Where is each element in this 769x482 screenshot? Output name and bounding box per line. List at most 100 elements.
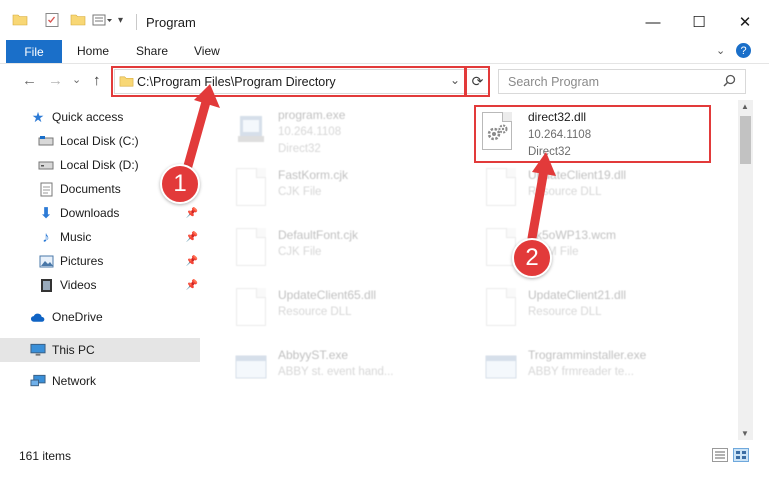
folder-icon[interactable] bbox=[12, 12, 28, 28]
close-button[interactable]: ✕ bbox=[722, 0, 768, 44]
up-arrow-icon[interactable]: ↑ bbox=[93, 72, 101, 89]
vertical-scrollbar[interactable]: ▲ ▼ bbox=[738, 100, 753, 440]
dll-highlight-box bbox=[474, 105, 711, 163]
file-item-sk5owp13-wcm[interactable]: Sk5oWP13.wcm WCM File bbox=[476, 222, 716, 274]
file-version: 10.264.1108 bbox=[278, 126, 342, 138]
scrollbar-thumb[interactable] bbox=[740, 116, 751, 164]
pin-icon[interactable]: 📌 bbox=[186, 280, 198, 291]
sidebar-item-this-pc[interactable]: This PC bbox=[0, 338, 200, 362]
sidebar-item-label: Music bbox=[60, 230, 92, 244]
tab-file[interactable]: File bbox=[6, 40, 62, 63]
sidebar-item-music[interactable]: ♪ Music 📌 bbox=[38, 226, 200, 248]
pin-icon[interactable]: 📌 bbox=[186, 256, 198, 267]
network-icon bbox=[30, 373, 46, 389]
search-icon[interactable] bbox=[723, 74, 736, 87]
file-meta: ABBY st. event hand... bbox=[278, 364, 394, 381]
exe-icon bbox=[235, 355, 267, 379]
video-icon bbox=[38, 277, 54, 293]
sidebar-item-label: Network bbox=[52, 374, 97, 388]
pin-icon[interactable]: 📌 bbox=[186, 208, 198, 219]
details-view-icon[interactable] bbox=[712, 448, 728, 462]
sidebar-item-label: Documents bbox=[60, 182, 121, 196]
drive-icon bbox=[38, 157, 54, 173]
step-badge-2: 2 bbox=[512, 238, 552, 278]
title-bar: ▾ Program — ☐ ✕ bbox=[0, 0, 769, 44]
ribbon-tabs: File Home Share View ⌄ ? bbox=[0, 40, 769, 64]
tiles-view-icon[interactable] bbox=[733, 448, 749, 462]
scroll-down-icon[interactable]: ▼ bbox=[741, 429, 749, 438]
picture-icon bbox=[38, 253, 54, 269]
maximize-button[interactable]: ☐ bbox=[676, 0, 722, 44]
dll-gear-icon bbox=[234, 288, 268, 328]
file-item-updateclient19-dll[interactable]: UpdateClient19.dll Resource DLL bbox=[476, 162, 716, 214]
new-folder-icon[interactable] bbox=[70, 12, 86, 28]
forward-arrow-icon[interactable]: → bbox=[48, 72, 63, 89]
blank-file-icon bbox=[234, 228, 268, 268]
sidebar-item-network[interactable]: Network bbox=[30, 370, 200, 392]
tab-share[interactable]: Share bbox=[136, 44, 168, 58]
file-type: Resource DLL bbox=[278, 306, 352, 318]
file-item-updateclient21-dll[interactable]: UpdateClient21.dll Resource DLL bbox=[476, 282, 716, 334]
file-meta: CJK File bbox=[278, 184, 321, 201]
expand-ribbon-icon[interactable]: ⌄ bbox=[716, 44, 725, 57]
file-name: UpdateClient21.dll bbox=[528, 288, 627, 302]
help-icon[interactable]: ? bbox=[736, 43, 751, 58]
file-meta: CJK File bbox=[278, 244, 321, 261]
qa-dropdown-icon[interactable]: ▾ bbox=[118, 15, 123, 26]
file-description: ABBY frmreader te... bbox=[528, 366, 634, 378]
title-separator bbox=[136, 14, 137, 30]
sidebar-item-label: Downloads bbox=[60, 206, 120, 220]
sidebar-item-pictures[interactable]: Pictures 📌 bbox=[38, 250, 200, 272]
recent-locations-icon[interactable]: ⌄ bbox=[72, 73, 81, 86]
sidebar-item-label: This PC bbox=[52, 343, 95, 357]
file-item-trogramminstaller-exe[interactable]: Trogramminstaller.exe ABBY frmreader te.… bbox=[476, 342, 716, 394]
sidebar-item-videos[interactable]: Videos 📌 bbox=[38, 274, 200, 296]
sidebar-item-label: Local Disk (D:) bbox=[60, 158, 139, 172]
file-description: Direct32 bbox=[278, 143, 321, 155]
download-icon: ⬇ bbox=[39, 205, 53, 222]
file-type: Resource DLL bbox=[528, 306, 602, 318]
file-meta: 10.264.1108 Direct32 bbox=[278, 124, 341, 158]
file-name: AbbyyST.exe bbox=[278, 348, 349, 362]
file-type: CJK File bbox=[278, 246, 322, 258]
pin-icon[interactable]: 📌 bbox=[186, 232, 198, 243]
document-icon bbox=[38, 181, 54, 197]
sidebar-item-onedrive[interactable]: OneDrive bbox=[30, 306, 200, 328]
sidebar-item-label: Videos bbox=[60, 278, 97, 292]
file-item-defaultfont-cjk[interactable]: DefaultFont.cjk CJK File bbox=[226, 222, 466, 274]
back-arrow-icon[interactable]: ← bbox=[22, 72, 37, 89]
file-name: DefaultFont.cjk bbox=[278, 228, 359, 242]
tab-home[interactable]: Home bbox=[77, 44, 109, 58]
address-highlight-box bbox=[111, 66, 467, 97]
tab-view[interactable]: View bbox=[194, 44, 220, 58]
sidebar-item-label: Quick access bbox=[52, 110, 124, 124]
file-item-program-exe[interactable]: program.exe 10.264.1108 Direct32 bbox=[226, 102, 466, 155]
search-placeholder: Search Program bbox=[508, 75, 600, 89]
customize-icon[interactable] bbox=[92, 12, 114, 28]
dll-gear-icon bbox=[484, 168, 518, 208]
file-item-fastkorm-cjk[interactable]: FastKorm.cjk CJK File bbox=[226, 162, 466, 214]
file-meta: Resource DLL bbox=[278, 304, 352, 321]
file-name: Trogramminstaller.exe bbox=[528, 348, 647, 362]
file-item-abbyyst-exe[interactable]: AbbyyST.exe ABBY st. event hand... bbox=[226, 342, 466, 394]
file-description: ABBY st. event hand... bbox=[278, 366, 394, 378]
window-bottom-edge bbox=[0, 468, 769, 482]
quick-access-toolbar: ▾ bbox=[12, 12, 123, 28]
file-meta: Resource DLL bbox=[528, 304, 602, 321]
sidebar-item-label: Pictures bbox=[60, 254, 104, 268]
music-icon: ♪ bbox=[42, 228, 50, 246]
sidebar-item-downloads[interactable]: ⬇ Downloads 📌 bbox=[38, 202, 200, 224]
refresh-highlight-box bbox=[464, 66, 490, 97]
drive-icon bbox=[38, 133, 54, 149]
window-title: Program bbox=[146, 15, 196, 30]
sidebar-item-label: OneDrive bbox=[52, 310, 103, 324]
sidebar-item-label: Local Disk (C:) bbox=[60, 134, 139, 148]
minimize-button[interactable]: — bbox=[630, 0, 676, 44]
properties-icon[interactable] bbox=[44, 12, 60, 28]
item-count: 161 items bbox=[19, 449, 72, 463]
search-input[interactable]: Search Program bbox=[498, 69, 746, 94]
file-name: program.exe bbox=[278, 108, 346, 122]
scroll-up-icon[interactable]: ▲ bbox=[741, 102, 749, 111]
file-item-updateclient65-dll[interactable]: UpdateClient65.dll Resource DLL bbox=[226, 282, 466, 334]
file-name: UpdateClient65.dll bbox=[278, 288, 377, 302]
